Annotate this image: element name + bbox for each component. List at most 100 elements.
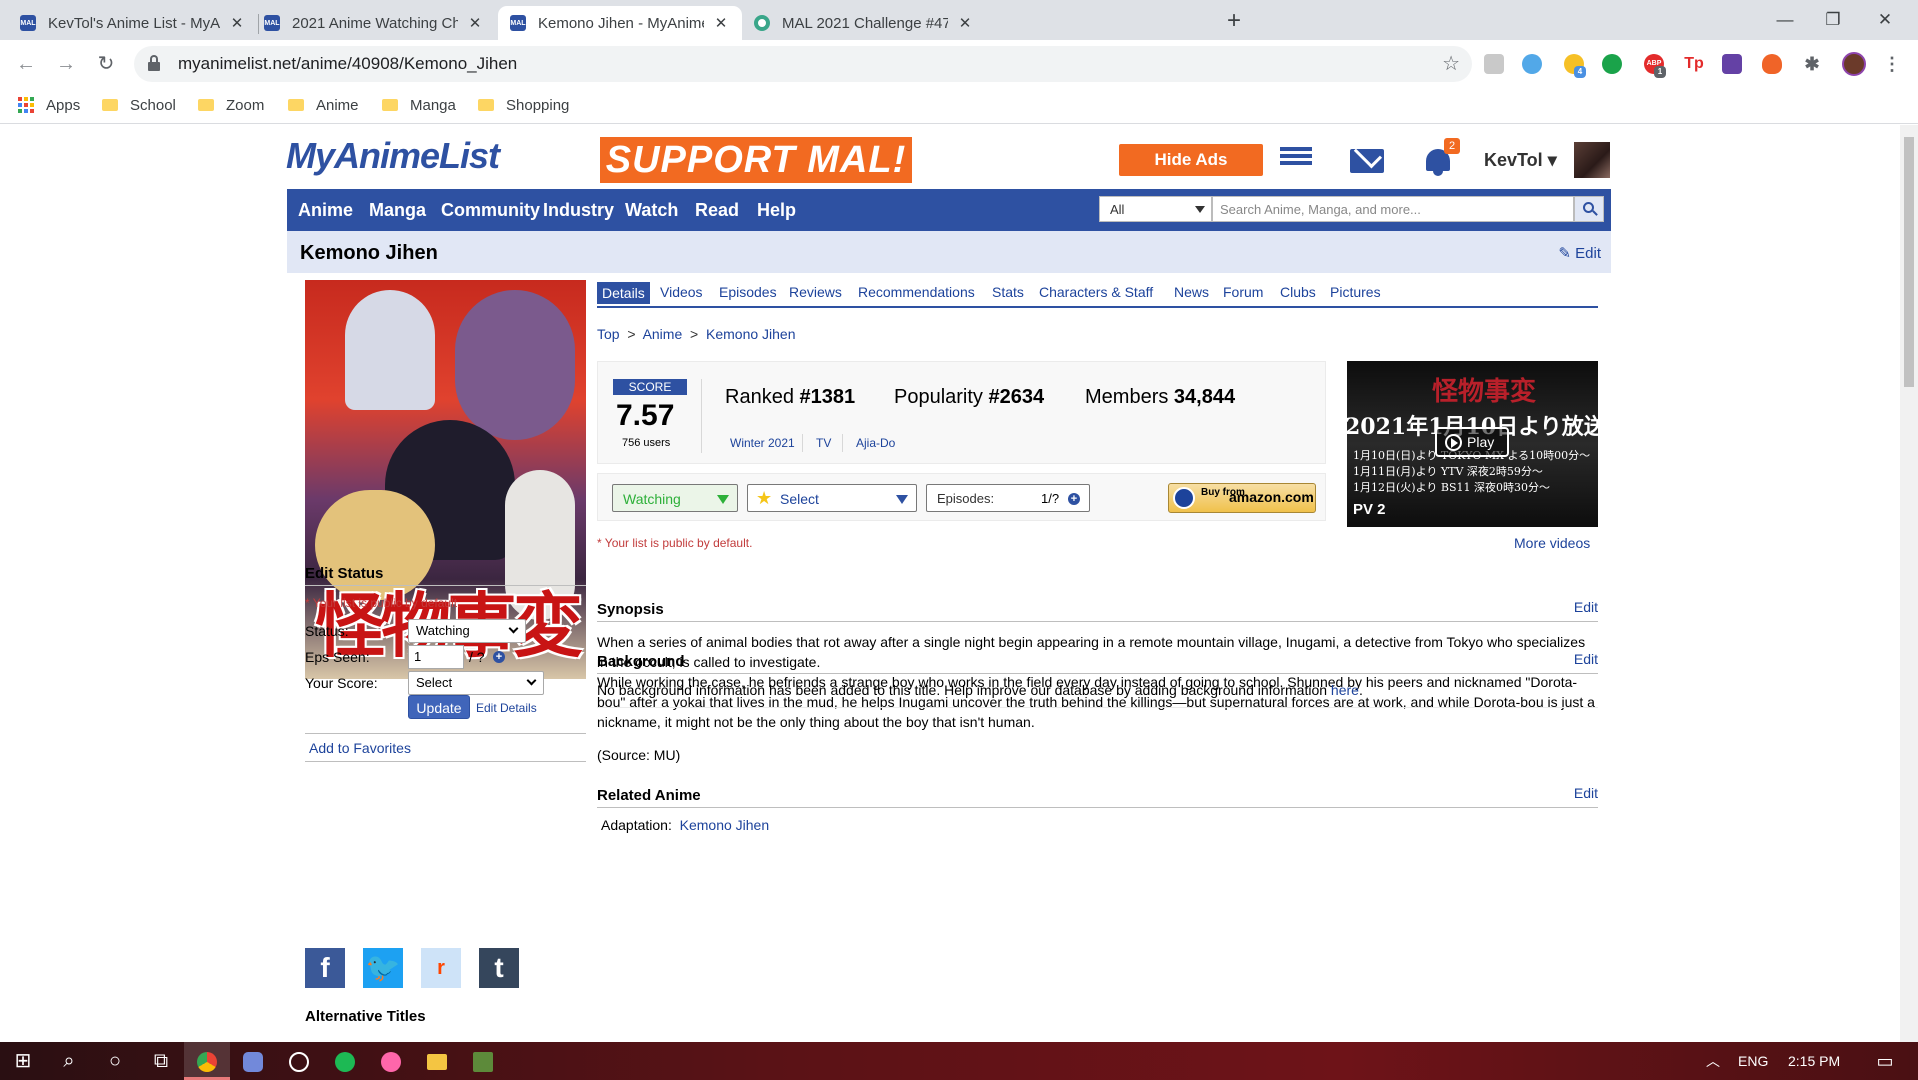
nav-watch[interactable]: Watch — [625, 200, 678, 221]
close-tab-icon[interactable]: ✕ — [228, 14, 246, 32]
flame-extension-icon[interactable] — [1762, 54, 1782, 74]
anime-list-icon[interactable] — [1280, 147, 1312, 173]
minecraft-taskbar-icon[interactable] — [460, 1042, 506, 1080]
eps-seen-input[interactable]: 1 — [408, 645, 464, 669]
tab-characters-staff[interactable]: Characters & Staff — [1039, 284, 1153, 300]
forward-arrow-icon[interactable]: → — [52, 50, 80, 78]
nav-community[interactable]: Community — [441, 200, 540, 221]
search-category-select[interactable]: All — [1099, 196, 1212, 222]
increment-icon[interactable]: + — [493, 651, 505, 663]
user-menu[interactable]: KevTol ▾ — [1484, 150, 1557, 171]
file-explorer-taskbar-icon[interactable] — [414, 1042, 460, 1080]
nav-manga[interactable]: Manga — [369, 200, 426, 221]
extension-icon[interactable] — [1602, 54, 1622, 74]
type-link[interactable]: TV — [816, 436, 831, 450]
close-window-icon[interactable]: ✕ — [1862, 6, 1908, 34]
mail-icon[interactable] — [1350, 149, 1384, 173]
input-language[interactable]: ENG — [1738, 1053, 1768, 1069]
url-text[interactable]: myanimelist.net/anime/40908/Kemono_Jihen — [178, 54, 517, 74]
play-button[interactable]: Play — [1435, 427, 1509, 457]
nav-anime[interactable]: Anime — [298, 200, 353, 221]
edit-title-link[interactable]: ✎ Edit — [1558, 244, 1601, 262]
bookmark-school[interactable]: School — [102, 94, 176, 116]
puzzle-extensions-icon[interactable]: ✱ — [1802, 54, 1822, 74]
twitch-extension-icon[interactable] — [1722, 54, 1742, 74]
nav-read[interactable]: Read — [695, 200, 739, 221]
background-here-link[interactable]: here — [1331, 682, 1359, 698]
windows-start-icon[interactable]: ⊞ — [0, 1042, 46, 1080]
update-button[interactable]: Update — [408, 695, 470, 719]
score-value[interactable]: 7.57 — [616, 399, 674, 433]
tab-stats[interactable]: Stats — [992, 284, 1024, 300]
cortana-icon[interactable]: ○ — [92, 1042, 138, 1080]
add-to-favorites-link[interactable]: Add to Favorites — [309, 740, 411, 756]
clock[interactable]: 2:15 PM — [1788, 1053, 1840, 1069]
minimize-icon[interactable]: — — [1762, 6, 1808, 34]
tab-challenge[interactable]: MAL 2021 Anime Watching Challenge ✕ — [252, 6, 496, 40]
tab-kemono-jihen[interactable]: MAL Kemono Jihen - MyAnimeList.net ✕ — [498, 6, 742, 40]
promo-video-thumbnail[interactable]: 怪物事変 2021年1月10日より放送開始 1月10日(日)より TOKYO M… — [1347, 361, 1598, 527]
episodes-value[interactable]: 1/? — [1041, 491, 1059, 506]
discord-taskbar-icon[interactable] — [230, 1042, 276, 1080]
mal-logo[interactable]: MyAnimeList — [286, 135, 500, 177]
status-select[interactable]: Watching — [408, 619, 526, 643]
restore-icon[interactable]: ❐ — [1810, 6, 1856, 34]
nav-industry[interactable]: Industry — [543, 200, 614, 221]
tab-reviews[interactable]: Reviews — [789, 284, 842, 300]
extension-icon[interactable] — [1484, 54, 1504, 74]
search-button[interactable] — [1574, 196, 1604, 222]
reload-icon[interactable]: ↻ — [92, 50, 120, 78]
extension-icon[interactable] — [1522, 54, 1542, 74]
twitter-icon[interactable]: 🐦 — [363, 948, 403, 988]
facebook-icon[interactable]: f — [305, 948, 345, 988]
tab-videos[interactable]: Videos — [660, 284, 703, 300]
tray-expand-icon[interactable]: ︿ — [1690, 1042, 1736, 1080]
bookmark-apps[interactable]: Apps — [18, 94, 80, 116]
breadcrumb-current[interactable]: Kemono Jihen — [706, 326, 796, 342]
close-tab-icon[interactable]: ✕ — [956, 14, 974, 32]
season-link[interactable]: Winter 2021 — [730, 436, 795, 450]
scrollbar-thumb[interactable] — [1904, 137, 1914, 387]
app-taskbar-icon[interactable] — [276, 1042, 322, 1080]
reddit-icon[interactable]: r — [421, 948, 461, 988]
tab-kevtol-list[interactable]: MAL KevTol's Anime List - MyAnimeList ✕ — [8, 6, 258, 40]
bookmark-manga[interactable]: Manga — [382, 94, 456, 116]
breadcrumb-anime[interactable]: Anime — [643, 326, 683, 342]
bookmark-star-icon[interactable]: ☆ — [1442, 51, 1460, 76]
tab-details[interactable]: Details — [597, 282, 650, 304]
osu-taskbar-icon[interactable] — [368, 1042, 414, 1080]
support-mal-banner[interactable]: SUPPORT MAL! — [600, 137, 912, 183]
nav-help[interactable]: Help — [757, 200, 796, 221]
tab-news[interactable]: News — [1174, 284, 1209, 300]
my-score-select[interactable]: ★ Select — [747, 484, 917, 512]
search-input[interactable]: Search Anime, Manga, and more... — [1212, 196, 1574, 222]
edit-background-link[interactable]: Edit — [1574, 651, 1598, 667]
task-view-icon[interactable]: ⧉ — [138, 1042, 184, 1080]
tab-challenge-47[interactable]: MAL 2021 Challenge #47 KevTol ✕ — [742, 6, 986, 40]
score-select[interactable]: Select — [408, 671, 544, 695]
tp-extension-icon[interactable]: Tp — [1684, 54, 1704, 74]
watch-status-select[interactable]: Watching — [612, 484, 738, 512]
profile-avatar-icon[interactable] — [1842, 52, 1866, 76]
close-tab-icon[interactable]: ✕ — [466, 14, 484, 32]
avatar[interactable] — [1574, 142, 1610, 178]
studio-link[interactable]: Ajia-Do — [856, 436, 895, 450]
address-bar[interactable]: myanimelist.net/anime/40908/Kemono_Jihen… — [134, 46, 1472, 82]
more-videos-link[interactable]: More videos — [1514, 535, 1590, 551]
back-arrow-icon[interactable]: ← — [12, 50, 40, 78]
notification-center-icon[interactable]: ▭ — [1862, 1042, 1908, 1080]
close-tab-icon[interactable]: ✕ — [712, 14, 730, 32]
adaptation-link[interactable]: Kemono Jihen — [680, 817, 770, 833]
tab-clubs[interactable]: Clubs — [1280, 284, 1316, 300]
edit-related-link[interactable]: Edit — [1574, 785, 1598, 801]
more-menu-icon[interactable]: ⋮ — [1882, 54, 1902, 74]
new-tab-icon[interactable]: + — [1220, 8, 1248, 36]
chrome-taskbar-icon[interactable] — [184, 1042, 230, 1080]
bookmark-anime[interactable]: Anime — [288, 94, 359, 116]
edit-details-link[interactable]: Edit Details — [476, 701, 537, 715]
tab-episodes[interactable]: Episodes — [719, 284, 777, 300]
tab-pictures[interactable]: Pictures — [1330, 284, 1381, 300]
hide-ads-button[interactable]: Hide Ads — [1119, 144, 1263, 176]
buy-from-amazon-button[interactable]: Buy from amazon.com — [1168, 483, 1316, 513]
tumblr-icon[interactable]: t — [479, 948, 519, 988]
